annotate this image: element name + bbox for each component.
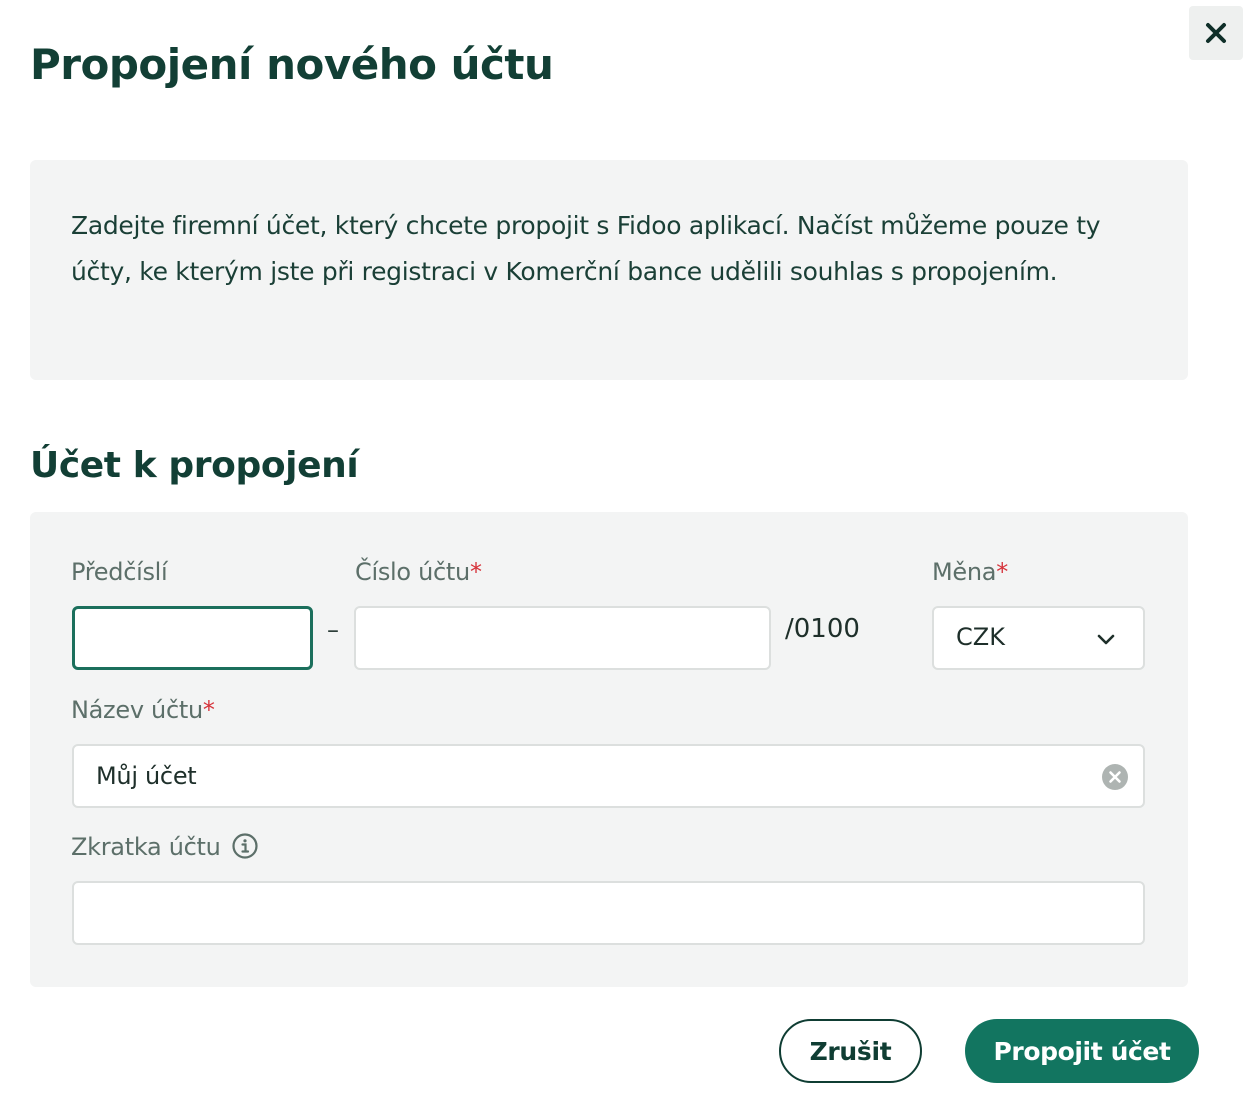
prefix-input[interactable]	[72, 606, 313, 670]
account-name-input[interactable]: Můj účet	[72, 744, 1145, 808]
prefix-label: Předčíslí	[71, 558, 168, 586]
required-mark: *	[996, 558, 1008, 586]
close-icon	[1206, 23, 1226, 43]
info-text: Zadejte firemní účet, který chcete propo…	[71, 211, 1101, 286]
clear-icon[interactable]	[1101, 763, 1129, 791]
account-abbreviation-label-text: Zkratka účtu	[71, 833, 221, 861]
currency-value: CZK	[956, 623, 1005, 651]
bank-code: /0100	[785, 614, 860, 644]
chevron-down-icon	[1097, 634, 1115, 645]
connect-account-button[interactable]: Propojit účet	[965, 1019, 1199, 1083]
cancel-button[interactable]: Zrušit	[779, 1019, 922, 1083]
dialog-title: Propojení nového účtu	[30, 40, 554, 89]
info-icon[interactable]	[232, 833, 258, 859]
required-mark: *	[202, 696, 215, 724]
prefix-label-text: Předčíslí	[71, 558, 168, 586]
close-button[interactable]	[1189, 6, 1243, 60]
account-number-input[interactable]	[354, 606, 771, 670]
section-title: Účet k propojení	[30, 445, 359, 486]
account-abbreviation-label: Zkratka účtu	[71, 833, 258, 861]
account-name-label: Název účtu*	[71, 696, 215, 724]
account-name-label-text: Název účtu	[71, 696, 203, 724]
account-number-label: Číslo účtu*	[355, 558, 482, 586]
prefix-separator: –	[327, 616, 339, 644]
currency-label-text: Měna	[932, 558, 997, 586]
account-number-label-text: Číslo účtu	[355, 558, 470, 586]
info-panel: Zadejte firemní účet, který chcete propo…	[30, 160, 1188, 380]
currency-select[interactable]: CZK	[932, 606, 1145, 670]
account-name-value: Můj účet	[96, 762, 197, 790]
currency-label: Měna*	[932, 558, 1008, 586]
account-abbreviation-input[interactable]	[72, 881, 1145, 945]
required-mark: *	[469, 558, 482, 586]
